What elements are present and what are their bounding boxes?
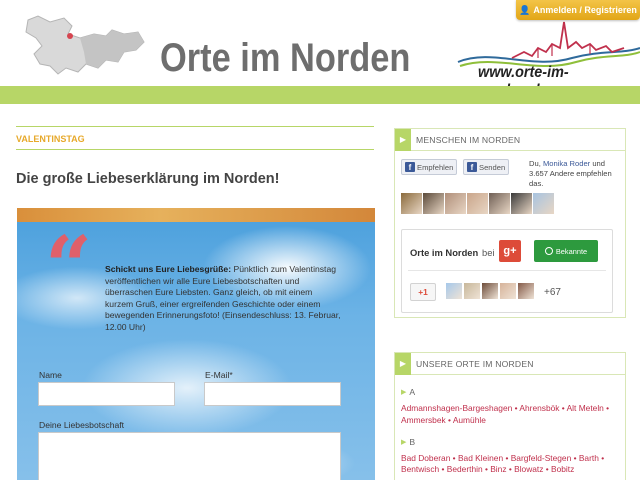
site-header: Orte im Norden www.orte-im-norden.de 👤 A… — [0, 0, 640, 99]
email-label: E-Mail* — [205, 370, 233, 380]
google-plus-badge: Orte im Norden bei g+ Bekannte +1 +67 — [401, 229, 613, 313]
gplus-avatars — [446, 283, 534, 299]
separator: • — [439, 464, 447, 475]
message-textarea[interactable] — [38, 432, 341, 480]
message-label: Deine Liebesbotschaft — [39, 420, 125, 430]
friend-avatar[interactable] — [423, 193, 444, 214]
people-box: ▶ MENSCHEN IM NORDEN f Empfehlen f Sende… — [394, 128, 626, 318]
header-band — [0, 86, 640, 104]
user-icon: 👤 — [519, 4, 531, 15]
place-link[interactable]: Bargfeld-Stegen — [511, 453, 572, 463]
gplus-avatar[interactable] — [500, 283, 516, 299]
facebook-avatars — [401, 193, 554, 214]
name-label: Name — [39, 370, 62, 380]
section-label[interactable]: VALENTINSTAG — [16, 126, 374, 150]
intro-text: Schickt uns Eure Liebesgrüße: Pünktlich … — [105, 264, 341, 334]
facebook-social-text: Du, Monika Roder und 3.657 Andere empfeh… — [529, 159, 621, 189]
gplus-avatar[interactable] — [446, 283, 462, 299]
google-plus-icon[interactable]: g+ — [499, 240, 521, 262]
place-link[interactable]: Binz — [490, 464, 506, 474]
letter-group-heading: ▶ B — [401, 437, 625, 447]
place-link[interactable]: Bad Doberan — [401, 453, 450, 463]
separator: • — [543, 464, 552, 475]
place-list: Admannshagen-Bargeshagen • Ahrensbök • A… — [401, 403, 619, 427]
place-link[interactable]: Aumühle — [453, 415, 486, 425]
divider — [408, 270, 606, 271]
arrow-right-icon: ▶ — [395, 128, 411, 151]
letter-label: A — [409, 387, 416, 397]
places-box: ▶ UNSERE ORTE IM NORDEN ▶ A Admannshagen-B… — [394, 352, 626, 480]
quote-mark-icon: “ — [45, 219, 93, 315]
separator: • — [559, 403, 567, 413]
separator: • — [445, 414, 453, 425]
gplus-page-name[interactable]: Orte im Norden — [410, 247, 478, 258]
gplus-bei-text: bei — [482, 247, 495, 258]
separator: • — [450, 452, 458, 463]
place-link[interactable]: Bederthin — [447, 464, 483, 474]
email-input[interactable] — [204, 382, 341, 406]
login-register-button[interactable]: 👤 Anmelden / Registrieren — [516, 0, 640, 20]
place-link[interactable]: Barth — [579, 453, 599, 463]
circle-icon — [544, 247, 553, 255]
gplus-avatar[interactable] — [518, 283, 534, 299]
friend-avatar[interactable] — [533, 193, 554, 214]
gplus-avatar[interactable] — [464, 283, 480, 299]
send-label: Senden — [479, 162, 506, 172]
friend-avatar[interactable] — [489, 193, 510, 214]
triangle-icon: ▶ — [401, 438, 407, 446]
facebook-icon: f — [467, 162, 477, 172]
social-friend-link[interactable]: Monika Roder — [543, 159, 590, 168]
place-link[interactable]: Bobitz — [551, 464, 574, 474]
site-title[interactable]: Orte im Norden — [160, 36, 410, 81]
place-list: Bad Doberan • Bad Kleinen • Bargfeld-Ste… — [401, 453, 619, 477]
login-register-label: Anmelden / Registrieren — [533, 5, 637, 15]
map-logo-icon[interactable] — [20, 12, 150, 82]
intro-bold: Schickt uns Eure Liebesgrüße: — [105, 264, 232, 274]
place-link[interactable]: Bentwisch — [401, 464, 439, 474]
separator: • — [506, 464, 515, 475]
place-link[interactable]: Ammersbek — [401, 415, 446, 425]
friend-avatar[interactable] — [401, 193, 422, 214]
gplus-avatar[interactable] — [482, 283, 498, 299]
friend-avatar[interactable] — [467, 193, 488, 214]
intro-body: Pünktlich zum Valentinstag veröffentlich… — [105, 264, 341, 332]
place-link[interactable]: Ahrensbök — [519, 403, 559, 413]
place-link[interactable]: Alt Meteln — [567, 403, 604, 413]
recommend-label: Empfehlen — [417, 162, 454, 172]
facebook-recommend-button[interactable]: f Empfehlen — [401, 159, 458, 175]
places-groups: ▶ A Admannshagen-Bargeshagen • Ahrensbök •… — [395, 387, 625, 476]
letter-group-heading: ▶ A — [401, 387, 625, 397]
separator: • — [503, 452, 511, 463]
separator: • — [571, 452, 579, 463]
people-box-heading: MENSCHEN IM NORDEN — [416, 134, 521, 145]
people-box-header: ▶ MENSCHEN IM NORDEN — [395, 128, 625, 151]
arrow-right-icon: ▶ — [395, 352, 411, 375]
article-title: Die große Liebeserklärung im Norden! — [16, 171, 280, 187]
place-link[interactable]: Admannshagen-Bargeshagen — [401, 403, 512, 413]
facebook-icon: f — [405, 162, 415, 172]
plus-one-button[interactable]: +1 — [410, 283, 436, 301]
separator: • — [603, 403, 610, 413]
triangle-icon: ▶ — [401, 389, 407, 396]
gplus-count: +67 — [544, 287, 561, 298]
name-input[interactable] — [38, 382, 175, 406]
gplus-follow-button[interactable]: Bekannte — [534, 240, 598, 262]
gplus-follow-label: Bekannte — [555, 246, 588, 256]
place-link[interactable]: Blowatz — [514, 464, 543, 474]
friend-avatar[interactable] — [511, 193, 532, 214]
valentine-form-panel: “ Schickt uns Eure Liebesgrüße: Pünktlic… — [17, 208, 375, 480]
facebook-send-button[interactable]: f Senden — [463, 159, 510, 175]
place-link[interactable]: Bad Kleinen — [458, 453, 503, 463]
friend-avatar[interactable] — [445, 193, 466, 214]
separator: • — [598, 452, 605, 463]
letter-label: B — [409, 436, 416, 447]
places-box-heading: UNSERE ORTE IM NORDEN — [416, 358, 534, 369]
social-prefix: Du, — [529, 159, 543, 168]
places-box-header: ▶ UNSERE ORTE IM NORDEN — [395, 352, 625, 375]
